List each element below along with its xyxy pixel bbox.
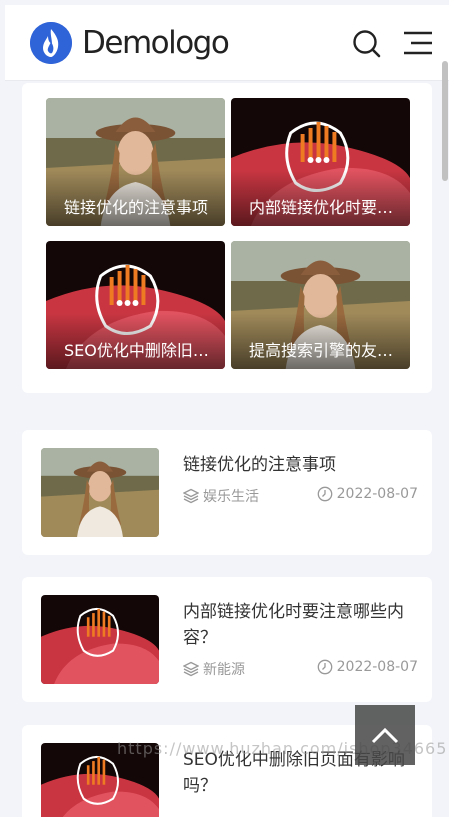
featured-item[interactable]: 内部链接优化时要注意哪些内容？ (231, 98, 410, 226)
layers-icon (183, 488, 199, 504)
menu-icon (404, 31, 432, 55)
article-title[interactable]: 链接优化的注意事项 (183, 452, 418, 478)
featured-item[interactable]: 提高搜索引擎的友好度 (231, 241, 410, 369)
article-thumbnail[interactable] (41, 595, 159, 684)
search-icon (353, 30, 381, 58)
article-category[interactable]: 娱乐生活 (183, 486, 259, 506)
flower-image (41, 595, 159, 684)
article-meta: 娱乐生活 2022-08-07 (183, 486, 418, 506)
date-label: 2022-08-07 (336, 659, 418, 675)
article-item[interactable]: 内部链接优化时要注意哪些内容？ 新能源 2022-08-07 (22, 577, 432, 702)
featured-title: 链接优化的注意事项 (64, 198, 209, 217)
featured-item[interactable]: 链接优化的注意事项 (46, 98, 225, 226)
scrollbar[interactable] (442, 61, 448, 181)
date-label: 2022-08-07 (336, 486, 418, 502)
featured-title: 内部链接优化时要注意哪些内容？ (249, 198, 402, 217)
site-logo[interactable]: Demologo (30, 22, 230, 64)
article-date: 2022-08-07 (317, 486, 418, 502)
clock-icon (317, 659, 332, 675)
featured-item[interactable]: SEO优化中删除旧页面有影响吗？ (46, 241, 225, 369)
layers-icon (183, 661, 199, 677)
chevron-up-icon (371, 727, 399, 744)
featured-title: 提高搜索引擎的友好度 (249, 341, 402, 360)
category-label: 娱乐生活 (203, 489, 259, 505)
menu-button[interactable] (403, 31, 433, 55)
category-label: 新能源 (203, 662, 245, 678)
article-category[interactable]: 新能源 (183, 659, 245, 679)
page: Demologo 链接优化的注意事项 内部链接优化时要注 SEO优化中删除旧页 … (5, 5, 449, 817)
search-button[interactable] (352, 29, 382, 59)
article-meta: 新能源 2022-08-07 (183, 659, 418, 679)
clock-icon (317, 486, 332, 502)
flame-icon (30, 22, 72, 64)
logo-text: Demologo (82, 25, 230, 61)
site-header: Demologo (5, 5, 449, 81)
featured-grid: 链接优化的注意事项 内部链接优化时要注意哪些内容？ (22, 83, 432, 393)
back-to-top-button[interactable] (355, 705, 415, 765)
article-title[interactable]: 内部链接优化时要注意哪些内容？ (183, 599, 418, 651)
article-date: 2022-08-07 (317, 659, 418, 675)
portrait-image (41, 448, 159, 537)
featured-title: SEO优化中删除旧页面有影响吗？ (64, 341, 217, 360)
article-thumbnail[interactable] (41, 448, 159, 537)
article-item[interactable]: 链接优化的注意事项 娱乐生活 2022-08-07 (22, 430, 432, 555)
